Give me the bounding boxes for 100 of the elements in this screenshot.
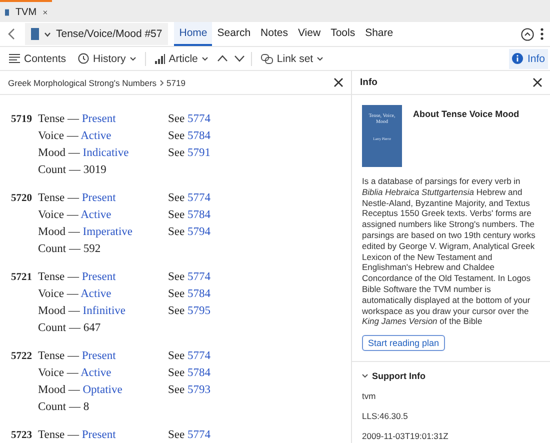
field-label: Mood — — [38, 147, 80, 159]
see-label: See — [168, 288, 185, 300]
value-link[interactable]: Imperative — [82, 226, 133, 238]
info-icon — [512, 53, 524, 64]
value-link[interactable]: Active — [80, 130, 112, 142]
entry-number: 5722 — [11, 350, 33, 364]
value-link[interactable]: Infinitive — [82, 305, 126, 317]
value-link[interactable]: Present — [82, 350, 116, 362]
see-label: See — [168, 113, 185, 125]
field-label: Mood — — [38, 305, 80, 317]
collapse-icon[interactable] — [521, 28, 534, 40]
support-info-text: 2009-11-03T19:01:31Z — [362, 431, 450, 442]
reference-link[interactable]: 5793 — [187, 384, 210, 396]
reference-link[interactable]: 5784 — [187, 209, 210, 221]
support-info-text: LLS:46.30.5 — [362, 411, 409, 422]
reference-link[interactable]: 5774 — [187, 350, 210, 362]
reference-link[interactable]: 5784 — [187, 288, 210, 300]
reference-link[interactable]: 5784 — [187, 130, 210, 142]
history-button[interactable]: History — [75, 48, 139, 68]
about-heading: About Tense Voice Mood — [413, 109, 520, 121]
field-label: Tense — — [38, 429, 80, 441]
reference-link[interactable]: 5795 — [187, 305, 210, 317]
see-label: See — [168, 226, 185, 238]
menu-tab[interactable]: View — [292, 22, 326, 46]
breadcrumb-current: 5719 — [166, 78, 186, 88]
section-title[interactable]: Support Info — [372, 371, 426, 382]
value-link[interactable]: Present — [82, 271, 116, 283]
value-link[interactable]: Indicative — [82, 147, 129, 159]
count-text: Count — 592 — [38, 242, 101, 257]
value-link[interactable]: Active — [80, 209, 112, 221]
up-icon[interactable] — [216, 55, 228, 62]
field-label: Tense — — [38, 192, 80, 204]
close-icon[interactable] — [533, 78, 542, 87]
close-icon[interactable] — [334, 78, 343, 87]
caret-icon — [202, 56, 208, 60]
link-set-button[interactable]: Link set — [258, 48, 326, 68]
see-label: See — [168, 384, 185, 396]
menu-tab[interactable]: Home — [174, 22, 212, 46]
reference-link[interactable]: 5791 — [187, 147, 210, 159]
value-link[interactable]: Present — [82, 429, 116, 441]
reference-link[interactable]: 5774 — [187, 113, 210, 125]
resource-title: Tense/Voice/Mood #57 — [56, 28, 162, 40]
reference-link[interactable]: 5774 — [187, 271, 210, 283]
count-text: Count — 3019 — [38, 163, 106, 178]
see-label: See — [168, 147, 185, 159]
bar-chart-icon — [154, 54, 165, 64]
value-link[interactable]: Present — [82, 192, 116, 204]
reference-link[interactable]: 5774 — [187, 429, 210, 441]
article-button[interactable]: Article — [152, 48, 211, 68]
value-link[interactable]: Present — [82, 113, 116, 125]
see-label: See — [168, 209, 185, 221]
chevron-icon[interactable] — [362, 374, 368, 378]
entry-number: 5721 — [11, 271, 33, 285]
entry-number: 5720 — [11, 192, 33, 206]
contents-button[interactable]: Contents — [6, 48, 70, 68]
value-link[interactable]: Optative — [82, 384, 122, 396]
see-label: See — [168, 350, 185, 362]
info-button[interactable]: Info — [509, 48, 548, 68]
value-link[interactable]: Active — [80, 288, 112, 300]
field-label: Tense — — [38, 271, 80, 283]
caret-icon — [130, 56, 136, 60]
link-icon — [260, 54, 273, 64]
see-label: See — [168, 130, 185, 142]
clock-icon — [78, 53, 90, 64]
more-icon[interactable] — [540, 28, 544, 40]
book-icon — [31, 28, 39, 40]
see-label: See — [168, 305, 185, 317]
list-icon — [9, 54, 20, 63]
close-icon[interactable] — [42, 8, 47, 16]
value-link[interactable]: Active — [80, 367, 112, 379]
menu-tab[interactable]: Tools — [326, 22, 360, 46]
reference-link[interactable]: 5794 — [187, 226, 210, 238]
see-label: See — [168, 271, 185, 283]
reference-link[interactable]: 5774 — [187, 192, 210, 204]
menu-tab[interactable]: Search — [212, 22, 256, 46]
field-label: Voice — — [38, 288, 78, 300]
field-label: Voice — — [38, 367, 78, 379]
see-label: See — [168, 367, 185, 379]
support-info-text: tvm — [362, 391, 377, 402]
field-label: Mood — — [38, 384, 80, 396]
count-text: Count — 8 — [38, 400, 90, 415]
count-text: Count — 647 — [38, 321, 101, 336]
field-label: Voice — — [38, 209, 78, 221]
reference-link[interactable]: 5784 — [187, 367, 210, 379]
entry-number: 5719 — [11, 113, 33, 127]
menu-tab[interactable]: Notes — [256, 22, 293, 46]
down-icon[interactable] — [234, 55, 245, 62]
field-label: Tense — — [38, 113, 80, 125]
breadcrumb-path[interactable]: Greek Morphological Strong's Numbers — [8, 78, 157, 88]
start-reading-plan-button[interactable]: Start reading plan — [362, 335, 446, 352]
resource-selector[interactable]: Tense/Voice/Mood #57 — [25, 23, 168, 45]
field-label: Voice — — [38, 130, 78, 142]
entry-number: 5723 — [11, 429, 33, 443]
description-text: Is a database of parsings for every verb in Biblia Hebraica Stuttgartensia Hebrew and Nestle-Aland, Byzantine Majority, and Textus Receptus 1550 Greek texts. Verbs' forms are assigned numbers like Strong's numbers. The parsings are based on two 19th century works edited by George V. Wigram, Analytical Greek Lexicon of the New Testament and Englishman's Hebrew and Chaldee Concordance of the Old Testament. In Logos Bible Software the TVM number is automatically displayed at the bottom of your workspace as you draw your cursor over the King James Version of the Bible — [362, 176, 536, 328]
back-icon[interactable] — [8, 28, 15, 40]
panel-title: Info — [360, 77, 378, 88]
menu-tab[interactable]: Share — [360, 22, 398, 46]
chevron-icon — [160, 80, 164, 86]
caret-icon — [44, 32, 51, 36]
field-label: Mood — — [38, 226, 80, 238]
